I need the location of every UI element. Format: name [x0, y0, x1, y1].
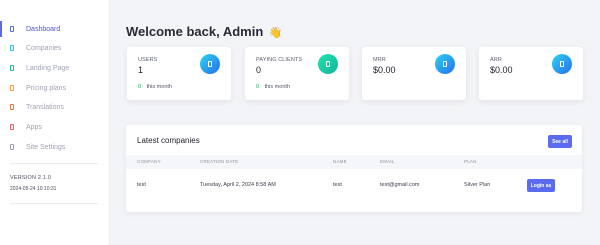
stat-value: 0 [256, 65, 262, 75]
stat-card-arr: ARR $0.00 [479, 47, 583, 100]
paying-clients-icon [318, 54, 338, 74]
sidebar-divider [10, 203, 98, 204]
table-header: COMPANY CREATION DATE NAME EMAIL PLAN [126, 155, 582, 169]
sidebar-item-label: Companies [26, 44, 62, 52]
column-header-name: NAME [333, 159, 347, 164]
companies-icon [10, 45, 14, 51]
sidebar-item-label: Translations [26, 103, 64, 111]
arr-icon [552, 54, 572, 74]
page-title: Welcome back, Admin 👋 [126, 24, 283, 39]
server-datetime: 2024-05-24 10:10:31 [10, 186, 57, 192]
sidebar-item-site-settings[interactable]: Site Settings [0, 137, 110, 157]
stat-label: ARR [490, 57, 502, 63]
mrr-icon [435, 54, 455, 74]
login-as-button[interactable]: Login as [527, 179, 555, 192]
stat-label: MRR [373, 57, 386, 63]
sidebar-item-label: Dashboard [26, 25, 61, 33]
column-header-company: COMPANY [137, 159, 161, 164]
stat-footer: 0 this month [138, 84, 172, 90]
latest-companies-panel: Latest companies See all COMPANY CREATIO… [126, 125, 582, 212]
sidebar: Dashboard Companies Landing Page Pricing… [0, 0, 110, 245]
sidebar-item-translations[interactable]: Translations [0, 97, 110, 117]
sidebar-item-label: Apps [26, 123, 42, 131]
stat-value: $0.00 [373, 65, 396, 75]
users-icon [200, 54, 220, 74]
sidebar-item-label: Landing Page [26, 64, 70, 72]
stat-label: PAYING CLIENTS [256, 57, 303, 63]
sidebar-item-label: Pricing plans [26, 84, 67, 92]
page-title-text: Welcome back, Admin [126, 24, 264, 39]
see-all-button[interactable]: See all [548, 135, 572, 148]
cell-company: test [137, 182, 146, 188]
sidebar-item-pricing-plans[interactable]: Pricing plans [0, 78, 110, 98]
dashboard-icon [10, 26, 14, 32]
column-header-email: EMAIL [380, 159, 395, 164]
pricing-plans-icon [10, 85, 14, 91]
stat-value: $0.00 [490, 65, 513, 75]
cell-email: test@gmail.com [380, 182, 420, 188]
stat-footer: 0 this month [256, 84, 290, 90]
cell-creation-date: Tuesday, April 2, 2024 8:58 AM [200, 182, 276, 188]
apps-icon [10, 124, 14, 130]
stat-value: 1 [138, 65, 144, 75]
stat-footer-value: 0 [256, 84, 260, 90]
sidebar-divider [10, 163, 98, 164]
cell-name: test [333, 182, 342, 188]
stat-footer-text: this month [146, 84, 172, 90]
sidebar-item-apps[interactable]: Apps [0, 117, 110, 137]
landing-page-icon [10, 65, 14, 71]
stat-footer-value: 0 [138, 84, 142, 90]
column-header-plan: PLAN [464, 159, 477, 164]
translations-icon [10, 104, 14, 110]
stat-card-mrr: MRR $0.00 [362, 47, 466, 100]
sidebar-item-landing-page[interactable]: Landing Page [0, 58, 110, 78]
sidebar-item-companies[interactable]: Companies [0, 38, 110, 58]
stat-card-users: USERS 1 0 this month [127, 47, 231, 100]
stat-card-paying-clients: PAYING CLIENTS 0 0 this month [245, 47, 349, 100]
waving-hand-icon: 👋 [268, 27, 283, 39]
sidebar-item-dashboard[interactable]: Dashboard [0, 19, 110, 39]
stat-label: USERS [138, 57, 158, 63]
site-settings-icon [10, 144, 14, 150]
column-header-creation-date: CREATION DATE [200, 159, 239, 164]
app-version: VERSION 2.1.0 [10, 175, 52, 181]
cell-plan: Silver Plan [464, 182, 491, 188]
panel-title: Latest companies [137, 136, 200, 145]
stat-footer-text: this month [264, 84, 290, 90]
sidebar-item-label: Site Settings [26, 143, 66, 151]
